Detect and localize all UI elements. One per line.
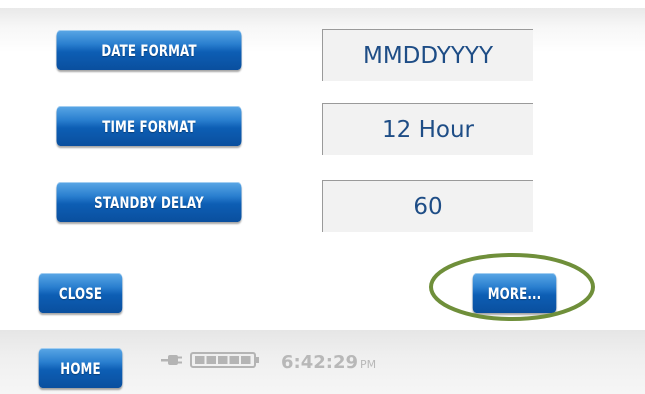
battery-cell <box>229 356 239 364</box>
battery-icon <box>190 352 259 368</box>
battery-cell <box>218 356 228 364</box>
close-button[interactable]: CLOSE <box>38 273 123 313</box>
time-format-value[interactable]: 12 Hour <box>322 103 533 155</box>
clock-display: 6:42:29 PM <box>281 352 376 373</box>
date-format-button[interactable]: DATE FORMAT <box>56 30 242 70</box>
plug-icon <box>161 355 182 365</box>
more-button[interactable]: MORE... <box>472 273 557 313</box>
date-format-value[interactable]: MMDDYYYY <box>322 29 533 81</box>
battery-cell <box>241 356 251 364</box>
standby-delay-label: STANDBY DELAY <box>94 192 204 212</box>
standby-delay-value[interactable]: 60 <box>322 180 533 232</box>
time-format-label: TIME FORMAT <box>102 116 196 136</box>
clock-time: 6:42:29 <box>281 352 359 373</box>
time-format-button[interactable]: TIME FORMAT <box>56 106 242 146</box>
battery-cell <box>195 356 205 364</box>
date-format-label: DATE FORMAT <box>101 40 197 60</box>
standby-delay-button[interactable]: STANDBY DELAY <box>56 182 242 222</box>
clock-ampm: PM <box>360 358 377 371</box>
battery-cell <box>206 356 216 364</box>
home-button[interactable]: HOME <box>38 348 123 388</box>
